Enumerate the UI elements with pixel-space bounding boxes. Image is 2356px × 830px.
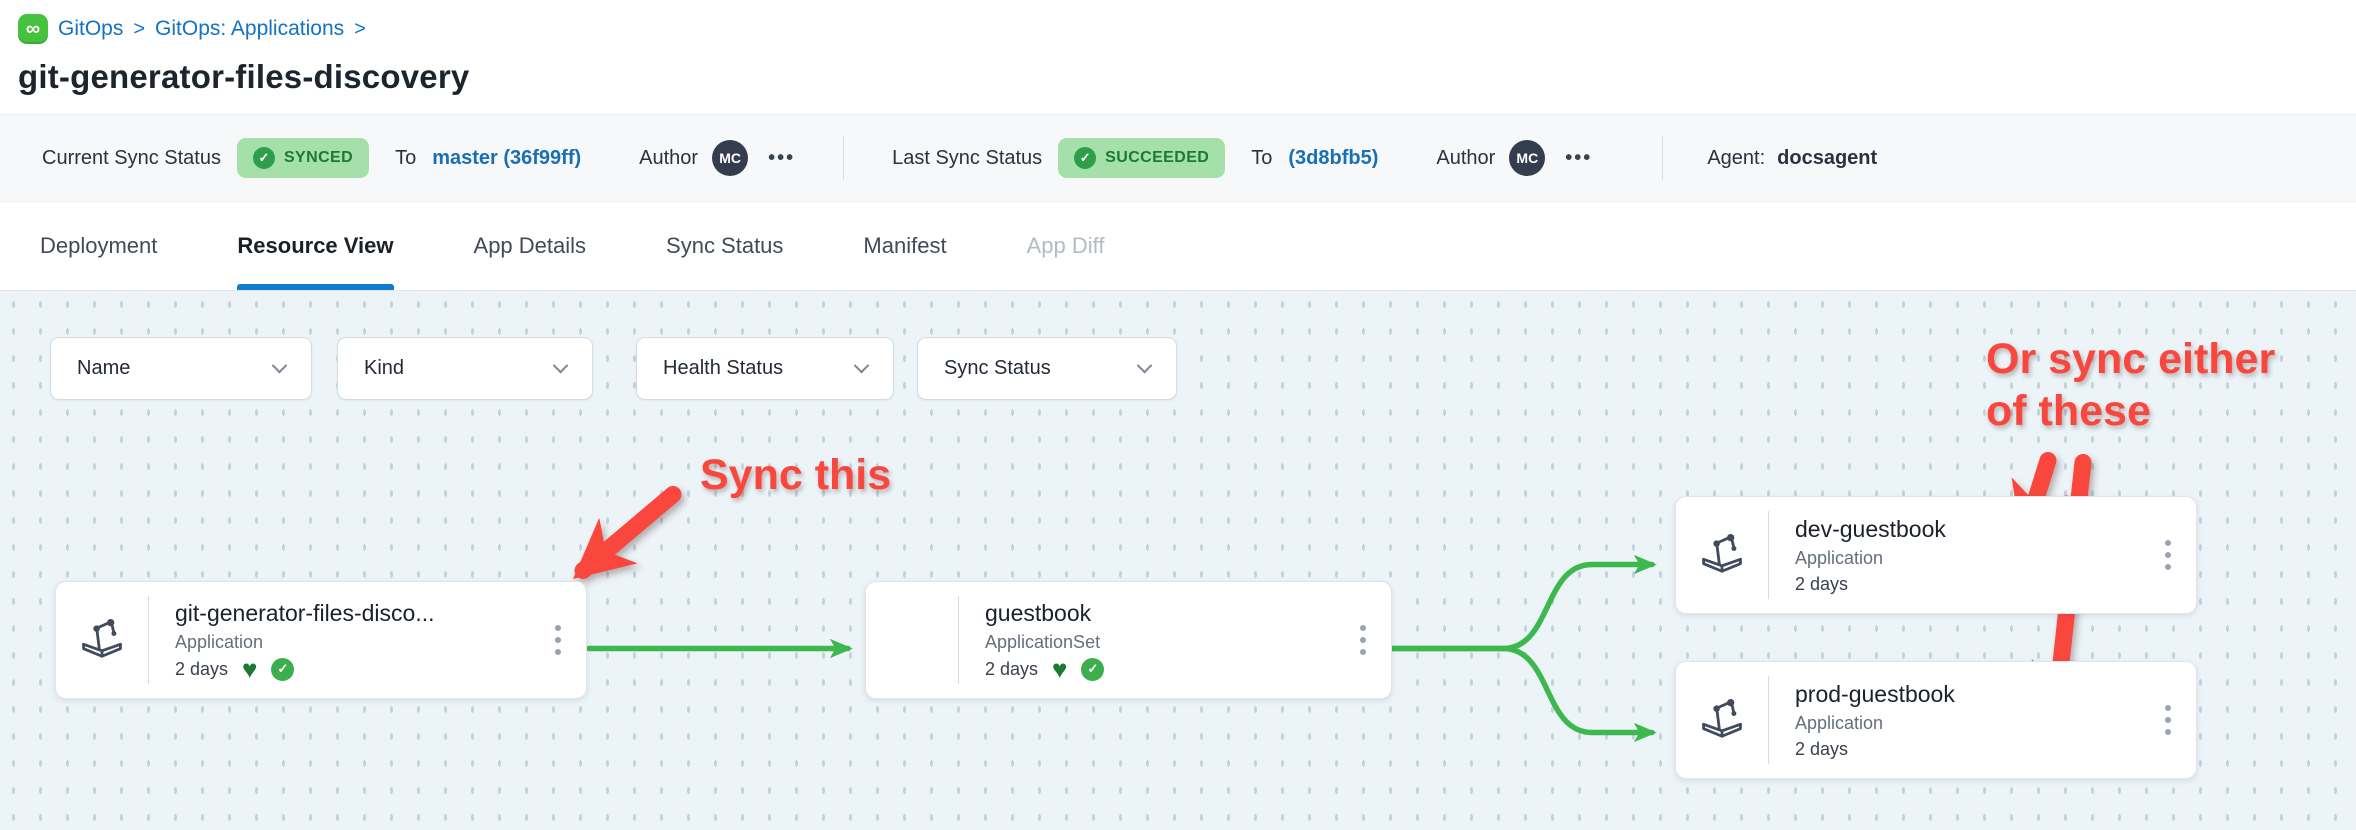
application-icon <box>56 582 148 698</box>
page-header: ∞ GitOps > GitOps: Applications > git-ge… <box>0 0 2356 114</box>
annotation-line: Or sync either <box>1986 333 2275 385</box>
node-info: dev-guestbook Application 2 days <box>1769 497 2140 613</box>
chevron-down-icon <box>272 358 288 374</box>
breadcrumb: ∞ GitOps > GitOps: Applications > <box>18 14 2356 44</box>
node-info: prod-guestbook Application 2 days <box>1769 662 2140 778</box>
last-sync-status-badge: ✓ SUCCEEDED <box>1058 138 1225 178</box>
check-circle-icon: ✓ <box>1074 147 1096 169</box>
sync-check-icon: ✓ <box>1081 658 1104 681</box>
node-title: dev-guestbook <box>1795 516 2140 543</box>
divider <box>843 136 844 180</box>
last-author-avatar: MC <box>1509 140 1545 176</box>
node-kind: ApplicationSet <box>985 632 1335 653</box>
current-author-avatar: MC <box>712 140 748 176</box>
tab-deployment[interactable]: Deployment <box>40 202 157 290</box>
filter-label: Name <box>77 357 130 380</box>
tab-resource-view[interactable]: Resource View <box>237 202 393 290</box>
filter-kind-dropdown[interactable]: Kind <box>337 337 593 400</box>
current-revision-link[interactable]: master (36f99ff) <box>432 147 581 170</box>
graph-node-git-generator-files-discovery[interactable]: git-generator-files-disco... Application… <box>55 581 587 699</box>
annotation-or-sync: Or sync either of these <box>1986 333 2275 438</box>
annotation-arrow-sync-this <box>583 495 673 571</box>
current-author-label: Author <box>639 147 698 170</box>
tab-manifest[interactable]: Manifest <box>863 202 946 290</box>
node-title: prod-guestbook <box>1795 681 2140 708</box>
filter-sync-status-dropdown[interactable]: Sync Status <box>917 337 1177 400</box>
node-kind: Application <box>175 632 530 653</box>
node-age: 2 days <box>985 659 1038 680</box>
tab-bar: Deployment Resource View App Details Syn… <box>0 202 2356 291</box>
kebab-menu-icon[interactable] <box>2140 662 2196 778</box>
badge-label: SYNCED <box>284 149 353 167</box>
gitops-app-screen: ∞ GitOps > GitOps: Applications > git-ge… <box>0 0 2356 830</box>
node-age: 2 days <box>1795 574 1848 595</box>
last-to-label: To <box>1251 147 1272 170</box>
node-icon-placeholder <box>866 582 958 698</box>
filter-health-status-dropdown[interactable]: Health Status <box>636 337 894 400</box>
node-age: 2 days <box>175 659 228 680</box>
application-icon <box>1676 662 1768 778</box>
annotation-line: of these <box>1986 385 2275 437</box>
kebab-menu-icon[interactable] <box>530 582 586 698</box>
current-more-icon[interactable]: ••• <box>768 147 795 170</box>
resource-graph-canvas: Name Kind Health Status Sync Status <box>0 291 2356 830</box>
node-info: guestbook ApplicationSet 2 days ♥ ✓ <box>959 582 1335 698</box>
tab-app-diff: App Diff <box>1027 202 1105 290</box>
health-heart-icon: ♥ <box>242 660 257 678</box>
chevron-down-icon <box>854 358 870 374</box>
kebab-menu-icon[interactable] <box>1335 582 1391 698</box>
breadcrumb-separator: > <box>133 18 145 41</box>
edge-guestbook-to-dev <box>1393 565 1652 649</box>
current-sync-status-badge: ✓ SYNCED <box>237 138 369 178</box>
edge-guestbook-to-prod <box>1393 649 1652 733</box>
sync-check-icon: ✓ <box>271 658 294 681</box>
last-more-icon[interactable]: ••• <box>1565 147 1592 170</box>
breadcrumb-link-gitops[interactable]: GitOps <box>58 17 123 41</box>
breadcrumb-separator: > <box>354 18 366 41</box>
node-kind: Application <box>1795 713 2140 734</box>
current-sync-status-label: Current Sync Status <box>42 147 221 170</box>
node-age: 2 days <box>1795 739 1848 760</box>
page-title: git-generator-files-discovery <box>18 58 2356 96</box>
agent-value: docsagent <box>1777 147 1877 170</box>
badge-label: SUCCEEDED <box>1105 149 1209 167</box>
health-heart-icon: ♥ <box>1052 660 1067 678</box>
node-info: git-generator-files-disco... Application… <box>149 582 530 698</box>
divider <box>1662 136 1663 180</box>
tab-sync-status[interactable]: Sync Status <box>666 202 783 290</box>
tab-app-details[interactable]: App Details <box>474 202 587 290</box>
filter-label: Health Status <box>663 357 783 380</box>
node-title: guestbook <box>985 600 1335 627</box>
filter-label: Sync Status <box>944 357 1051 380</box>
breadcrumb-link-applications[interactable]: GitOps: Applications <box>155 17 344 41</box>
application-icon <box>1676 497 1768 613</box>
graph-node-dev-guestbook[interactable]: dev-guestbook Application 2 days <box>1675 496 2197 614</box>
sync-status-bar: Current Sync Status ✓ SYNCED To master (… <box>0 114 2356 202</box>
filter-label: Kind <box>364 357 404 380</box>
last-sync-status-label: Last Sync Status <box>892 147 1042 170</box>
agent-label: Agent: <box>1707 147 1765 170</box>
last-author-label: Author <box>1436 147 1495 170</box>
kebab-menu-icon[interactable] <box>2140 497 2196 613</box>
gitops-logo-icon: ∞ <box>18 14 48 44</box>
check-circle-icon: ✓ <box>253 147 275 169</box>
chevron-down-icon <box>1137 358 1153 374</box>
node-title: git-generator-files-disco... <box>175 600 530 627</box>
graph-node-prod-guestbook[interactable]: prod-guestbook Application 2 days <box>1675 661 2197 779</box>
filter-name-dropdown[interactable]: Name <box>50 337 312 400</box>
node-kind: Application <box>1795 548 2140 569</box>
chevron-down-icon <box>553 358 569 374</box>
graph-node-guestbook[interactable]: guestbook ApplicationSet 2 days ♥ ✓ <box>865 581 1392 699</box>
annotation-sync-this: Sync this <box>700 449 891 501</box>
current-to-label: To <box>395 147 416 170</box>
last-revision-link[interactable]: (3d8bfb5) <box>1288 147 1378 170</box>
